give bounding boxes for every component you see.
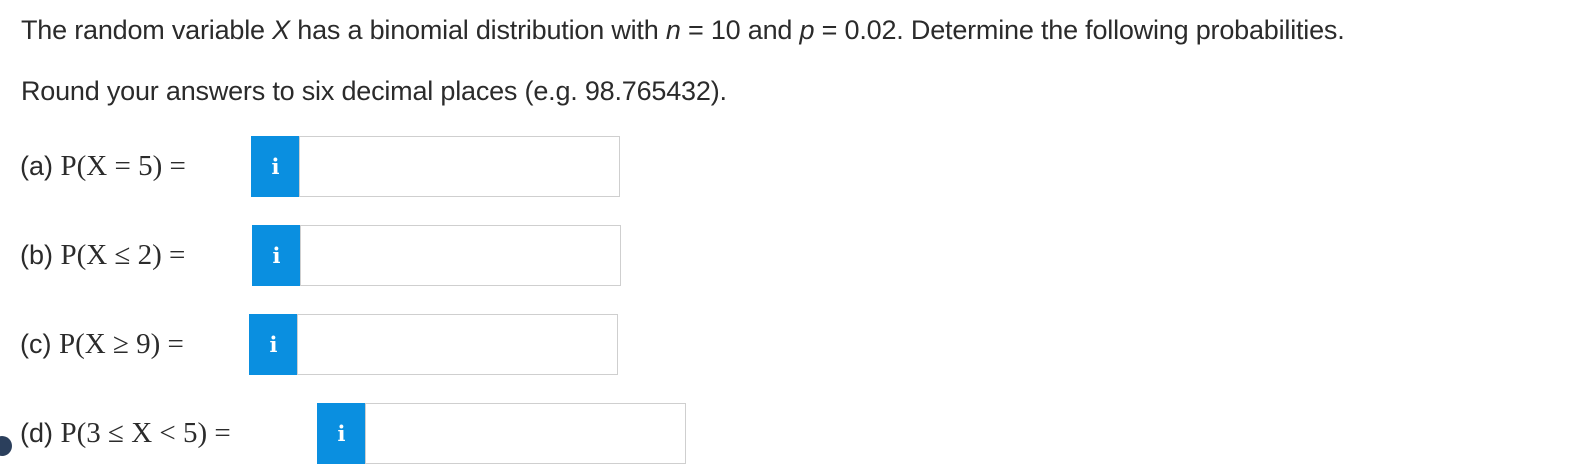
answer-input-c[interactable] xyxy=(297,314,618,375)
part-a-label: (a) P(X = 5) = xyxy=(20,150,186,182)
problem-statement: The random variable X has a binomial dis… xyxy=(21,13,1345,47)
statement-text: = 0.02. Determine the following probabil… xyxy=(814,15,1345,45)
info-icon[interactable]: i xyxy=(249,314,298,375)
part-b-expression: P(X ≤ 2) = xyxy=(60,239,186,271)
rounding-instruction: Round your answers to six decimal places… xyxy=(21,76,727,106)
answer-input-b[interactable] xyxy=(300,225,621,286)
question-part-b: (b) P(X ≤ 2) = i xyxy=(20,225,720,287)
corner-badge xyxy=(0,436,12,456)
part-a-expression: P(X = 5) = xyxy=(60,150,186,182)
part-d-label: (d) P(3 ≤ X < 5) = xyxy=(20,417,231,449)
statement-text: The random variable xyxy=(21,15,273,45)
question-part-d: (d) P(3 ≤ X < 5) = i xyxy=(20,403,720,465)
answer-input-d[interactable] xyxy=(365,403,686,464)
answer-input-a[interactable] xyxy=(299,136,620,197)
part-c-expression: P(X ≥ 9) = xyxy=(58,328,184,360)
question-part-a: (a) P(X = 5) = i xyxy=(20,136,720,198)
variable-x: X xyxy=(272,15,290,45)
statement-text: has a binomial distribution with xyxy=(289,15,666,45)
part-d-expression: P(3 ≤ X < 5) = xyxy=(60,417,231,449)
variable-p: p xyxy=(799,15,815,45)
statement-text: = 10 and xyxy=(680,15,800,45)
info-icon[interactable]: i xyxy=(317,403,366,464)
info-icon[interactable]: i xyxy=(252,225,301,286)
variable-n: n xyxy=(665,15,681,45)
question-part-c: (c) P(X ≥ 9) = i xyxy=(20,314,720,376)
info-icon[interactable]: i xyxy=(251,136,300,197)
part-b-label: (b) P(X ≤ 2) = xyxy=(20,239,186,271)
part-c-label: (c) P(X ≥ 9) = xyxy=(20,328,184,360)
